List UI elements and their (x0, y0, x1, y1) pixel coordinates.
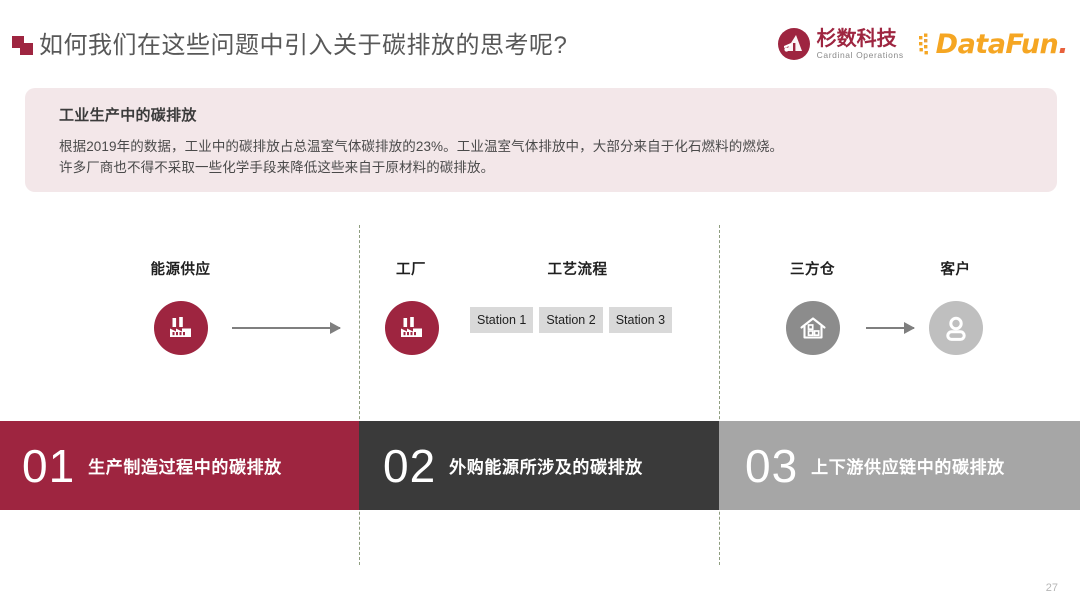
cardinal-operations-logo: 杉数科技 Cardinal Operations (777, 27, 904, 61)
node-customer-label: 客户 (940, 262, 971, 278)
factory-icon (385, 301, 439, 355)
scope-bar-01-number: 01 (22, 439, 76, 492)
scope-bar-02-label: 外购能源所涉及的碳排放 (449, 458, 643, 477)
logo-group: 杉数科技 Cardinal Operations DataFun. (777, 27, 1068, 61)
node-third-party-warehouse: 三方仓 (760, 258, 865, 355)
station-list: Station 1 Station 2 Station 3 (470, 307, 685, 333)
divider-dashed-right (719, 225, 720, 565)
double-square-bullet-icon (12, 36, 34, 56)
callout-body-line-2: 许多厂商也不得不采取一些化学手段来降低这些来自于原材料的碳排放。 (59, 159, 495, 175)
slide-canvas: 如何我们在这些问题中引入关于碳排放的思考呢? 杉数科技 Cardinal Ope… (0, 0, 1080, 608)
datafun-logo-dot: . (1058, 28, 1068, 60)
station-box-3[interactable]: Station 3 (608, 307, 673, 333)
divider-dashed-left (359, 225, 360, 565)
factory-icon (153, 301, 208, 355)
datafun-wordmark: DataFun. (935, 28, 1069, 60)
scope-bar-02-number: 02 (383, 439, 437, 492)
process-flow-label: 工艺流程 (547, 262, 608, 278)
datafun-dots-icon (918, 32, 934, 56)
scope-bar-03-label: 上下游供应链中的碳排放 (811, 458, 1005, 477)
arrow-energy-to-factory (232, 322, 341, 334)
station-box-1[interactable]: Station 1 (470, 307, 534, 333)
cardinal-circle-logo-icon (777, 27, 811, 61)
scope-bar-01-label: 生产制造过程中的碳排放 (88, 458, 282, 477)
node-customer: 客户 (903, 258, 1008, 355)
station-box-2[interactable]: Station 2 (539, 307, 603, 333)
scope-bar-03[interactable]: 03 上下游供应链中的碳排放 (719, 421, 1080, 510)
page-title: 如何我们在这些问题中引入关于碳排放的思考呢? (39, 32, 568, 59)
cardinal-logo-cn: 杉数科技 (816, 27, 897, 50)
callout-title: 工业生产中的碳排放 (59, 107, 197, 124)
node-energy-supply-label: 能源供应 (150, 262, 211, 278)
datafun-logo: DataFun. (918, 29, 1068, 60)
cardinal-logo-en: Cardinal Operations (816, 49, 904, 60)
node-factory: 工厂 (385, 258, 439, 355)
warehouse-house-icon (785, 301, 840, 355)
page-number: 27 (1045, 582, 1058, 594)
scope-bar-03-number: 03 (745, 439, 799, 492)
scope-bar-01[interactable]: 01 生产制造过程中的碳排放 (0, 421, 359, 510)
bullet-square-front (20, 43, 33, 55)
scope-bars: 01 生产制造过程中的碳排放 02 外购能源所涉及的碳排放 03 上下游供应链中… (0, 421, 1080, 510)
cardinal-wordmark: 杉数科技 Cardinal Operations (817, 29, 904, 60)
scope-bar-02[interactable]: 02 外购能源所涉及的碳排放 (359, 421, 719, 510)
callout-body: 根据2019年的数据，工业中的碳排放占总温室气体碳排放的23%。工业温室气体排放… (59, 137, 1057, 179)
node-energy-supply: 能源供应 (128, 258, 233, 355)
datafun-logo-text: DataFun (935, 28, 1059, 60)
node-factory-label: 工厂 (396, 262, 426, 278)
callout-body-line-1: 根据2019年的数据，工业中的碳排放占总温室气体碳排放的23%。工业温室气体排放… (59, 139, 784, 154)
carbon-emission-callout-box: 工业生产中的碳排放 根据2019年的数据，工业中的碳排放占总温室气体碳排放的23… (25, 88, 1057, 192)
person-user-icon (928, 301, 983, 355)
node-third-party-warehouse-label: 三方仓 (790, 262, 835, 278)
process-flow-group: 工艺流程 Station 1 Station 2 Station 3 (470, 258, 685, 333)
